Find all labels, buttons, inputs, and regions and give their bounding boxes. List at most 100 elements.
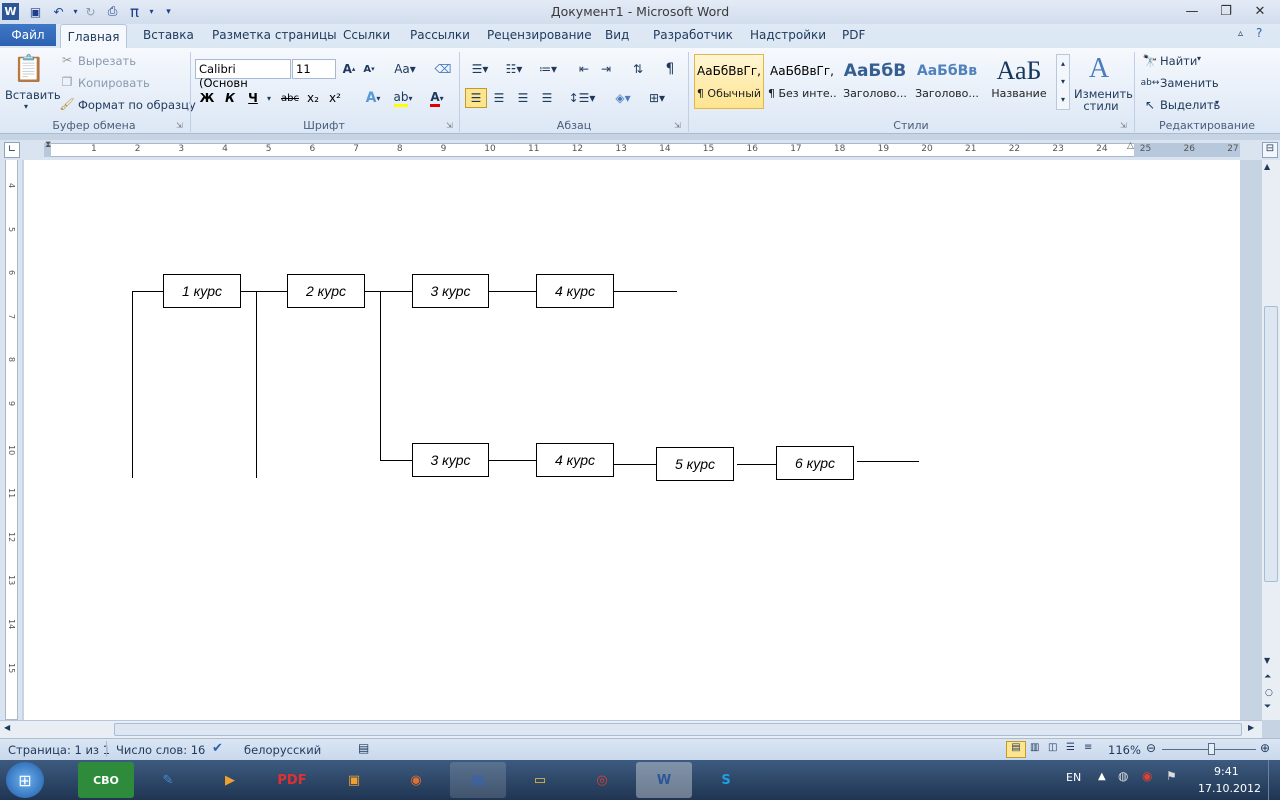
- numbering-icon[interactable]: ☷▾: [500, 60, 528, 78]
- show-desktop-button[interactable]: [1268, 760, 1280, 800]
- page-count[interactable]: Страница: 1 из 1: [8, 743, 110, 757]
- horizontal-scroll-thumb[interactable]: [114, 723, 1242, 736]
- shrink-font-icon[interactable]: A ▾: [360, 60, 378, 78]
- align-center-icon[interactable]: ☰: [489, 88, 509, 108]
- bold-button[interactable]: Ж: [199, 89, 215, 107]
- scroll-left-icon[interactable]: ◀: [4, 723, 10, 732]
- multilevel-list-icon[interactable]: ≔▾: [534, 60, 562, 78]
- course-box-4-bottom[interactable]: 4 курс: [536, 443, 614, 477]
- find-button[interactable]: Найти: [1160, 54, 1197, 68]
- superscript-button[interactable]: x²: [326, 89, 344, 107]
- zoom-level[interactable]: 116%: [1108, 743, 1141, 757]
- course-box-6[interactable]: 6 курс: [776, 446, 854, 480]
- cut-icon[interactable]: ✂: [60, 53, 74, 67]
- replace-button[interactable]: Заменить: [1160, 76, 1219, 90]
- taskbar-app-notes[interactable]: ✎: [140, 762, 196, 798]
- find-icon[interactable]: 🔭: [1142, 53, 1158, 69]
- borders-icon[interactable]: ⊞▾: [644, 88, 670, 108]
- horizontal-scrollbar[interactable]: ◀ ▶: [0, 720, 1262, 738]
- justify-icon[interactable]: ☰: [537, 88, 557, 108]
- tray-network-icon[interactable]: ◍: [1118, 769, 1128, 783]
- font-color-icon[interactable]: A ▾: [424, 89, 450, 107]
- increase-indent-icon[interactable]: ⇥: [596, 60, 616, 78]
- underline-button[interactable]: Ч: [245, 89, 261, 107]
- close-button[interactable]: ✕: [1246, 2, 1274, 20]
- taskbar-app-save[interactable]: ▤: [450, 762, 506, 798]
- paste-dropdown-icon[interactable]: ▾: [24, 102, 28, 111]
- change-case-icon[interactable]: Aa▾: [393, 60, 417, 78]
- course-box-3-bottom[interactable]: 3 курс: [412, 443, 489, 477]
- tab-review[interactable]: Рецензирование: [487, 28, 592, 42]
- taskbar-app-cbo[interactable]: CBO: [78, 762, 134, 798]
- clock-date[interactable]: 17.10.2012: [1198, 782, 1261, 795]
- strikethrough-button[interactable]: abc: [279, 89, 301, 107]
- taskbar-app-skype[interactable]: S: [698, 762, 754, 798]
- grow-font-icon[interactable]: A ▴: [340, 60, 358, 78]
- tab-home[interactable]: Главная: [60, 24, 127, 49]
- format-painter-button[interactable]: Формат по образцу: [78, 98, 196, 112]
- zoom-out-icon[interactable]: ⊖: [1146, 741, 1156, 755]
- italic-button[interactable]: К: [222, 89, 238, 107]
- style-heading1[interactable]: АаБбВ Заголово...: [840, 54, 910, 109]
- tray-expand-icon[interactable]: ▲: [1098, 771, 1106, 782]
- draft-view-icon[interactable]: ≡: [1084, 742, 1092, 753]
- word-count[interactable]: Число слов: 16: [116, 743, 205, 757]
- prev-page-icon[interactable]: ⏶: [1264, 672, 1271, 682]
- zoom-in-icon[interactable]: ⊕: [1260, 741, 1270, 755]
- tray-flag-icon[interactable]: ⚑: [1166, 769, 1177, 783]
- tab-pdf[interactable]: PDF: [842, 28, 865, 42]
- text-effects-icon[interactable]: A ▾: [360, 89, 386, 107]
- styles-launcher-icon[interactable]: ⇲: [1120, 121, 1127, 130]
- course-box-4-top[interactable]: 4 курс: [536, 274, 614, 308]
- course-box-2[interactable]: 2 курс: [287, 274, 365, 308]
- tab-selector-icon[interactable]: ∟: [4, 142, 20, 158]
- start-button[interactable]: ⊞: [6, 762, 44, 798]
- language-indicator[interactable]: белорусский: [244, 743, 321, 757]
- help-icon[interactable]: ?: [1256, 26, 1262, 40]
- clipboard-launcher-icon[interactable]: ⇲: [176, 121, 183, 130]
- right-indent-marker-icon[interactable]: △: [1127, 141, 1134, 151]
- tab-mailings[interactable]: Рассылки: [410, 28, 470, 42]
- copy-icon[interactable]: ❐: [60, 75, 74, 89]
- zoom-slider-thumb[interactable]: [1208, 743, 1215, 755]
- paste-icon[interactable]: 📋: [12, 52, 46, 86]
- taskbar-app-media[interactable]: ▶: [202, 762, 258, 798]
- style-no-spacing[interactable]: АаБбВвГг, ¶ Без инте...: [767, 54, 837, 109]
- tab-addins[interactable]: Надстройки: [750, 28, 826, 42]
- document-page[interactable]: 1 курс 2 курс 3 курс 4 курс 3 курс 4 кур…: [24, 160, 1240, 720]
- decrease-indent-icon[interactable]: ⇤: [574, 60, 594, 78]
- taskbar-app-globe[interactable]: ◉: [388, 762, 444, 798]
- scroll-down-icon[interactable]: ▼: [1264, 656, 1270, 665]
- font-launcher-icon[interactable]: ⇲: [446, 121, 453, 130]
- browse-object-icon[interactable]: ○: [1265, 688, 1273, 698]
- view-ruler-icon[interactable]: ⊟: [1262, 142, 1278, 158]
- copy-button[interactable]: Копировать: [78, 76, 150, 90]
- course-box-1[interactable]: 1 курс: [163, 274, 241, 308]
- macro-record-icon[interactable]: ▤: [358, 741, 369, 755]
- style-heading2[interactable]: АаБбВв Заголово...: [912, 54, 982, 109]
- vertical-scrollbar[interactable]: ▲ ▼ ⏶ ○ ⏷: [1262, 160, 1280, 720]
- select-icon[interactable]: ↖: [1142, 97, 1158, 113]
- format-painter-icon[interactable]: 🖌: [59, 97, 74, 111]
- taskbar-app-chrome[interactable]: ◎: [574, 762, 630, 798]
- paragraph-launcher-icon[interactable]: ⇲: [674, 121, 681, 130]
- find-dropdown-icon[interactable]: ▾: [1197, 54, 1201, 63]
- scroll-right-icon[interactable]: ▶: [1248, 723, 1254, 732]
- tab-view[interactable]: Вид: [605, 28, 629, 42]
- outline-view-icon[interactable]: ☰: [1066, 742, 1075, 753]
- web-layout-view-icon[interactable]: ◫: [1048, 742, 1057, 753]
- paste-button[interactable]: Вставить: [5, 88, 61, 102]
- full-screen-view-icon[interactable]: ▥: [1030, 742, 1039, 753]
- tab-references[interactable]: Ссылки: [343, 28, 390, 42]
- font-name-combo[interactable]: Calibri (Основн: [195, 59, 291, 90]
- underline-dropdown-icon[interactable]: ▾: [265, 89, 273, 107]
- taskbar-app-folder[interactable]: ▭: [512, 762, 568, 798]
- tab-developer[interactable]: Разработчик: [653, 28, 733, 42]
- style-title[interactable]: АаБ Название: [984, 54, 1054, 109]
- maximize-button[interactable]: ❐: [1212, 2, 1240, 20]
- select-dropdown-icon[interactable]: ▾: [1215, 98, 1219, 107]
- tray-app-icon[interactable]: ◉: [1142, 769, 1152, 783]
- indent-marker-icon[interactable]: ⧗: [45, 140, 51, 150]
- highlight-icon[interactable]: ab ▾: [390, 89, 416, 107]
- tab-file[interactable]: Файл: [0, 24, 56, 46]
